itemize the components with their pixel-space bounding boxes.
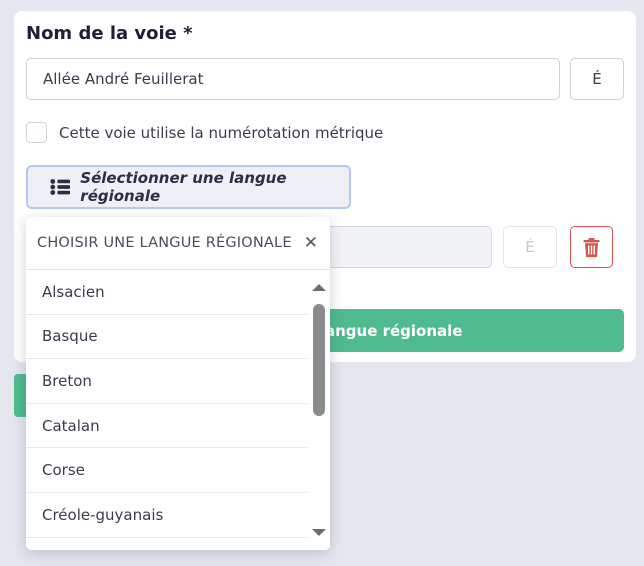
select-regional-language-label: Sélectionner une langue régionale bbox=[80, 169, 287, 205]
scroll-down-arrow-icon[interactable] bbox=[312, 529, 326, 536]
language-option[interactable]: Corse bbox=[26, 448, 307, 493]
close-icon[interactable]: ✕ bbox=[304, 234, 318, 252]
language-option[interactable]: Alsacien bbox=[26, 270, 307, 315]
dropdown-header: CHOISIR UNE LANGUE RÉGIONALE ✕ bbox=[26, 217, 330, 270]
street-name-label: Nom de la voie * bbox=[26, 23, 193, 44]
dropdown-scrollbar[interactable] bbox=[307, 270, 330, 550]
dropdown-title: CHOISIR UNE LANGUE RÉGIONALE bbox=[37, 235, 292, 251]
language-option[interactable]: Basque bbox=[26, 315, 307, 360]
regional-language-dropdown: CHOISIR UNE LANGUE RÉGIONALE ✕ Alsacien B… bbox=[26, 217, 330, 550]
metric-numbering-checkbox[interactable] bbox=[26, 122, 47, 143]
scroll-up-arrow-icon[interactable] bbox=[312, 284, 326, 291]
regional-accent-e-button[interactable]: É bbox=[503, 226, 557, 268]
select-regional-language-button[interactable]: Sélectionner une langue régionale bbox=[26, 165, 351, 209]
metric-numbering-label: Cette voie utilise la numérotation métri… bbox=[59, 124, 384, 142]
scrollbar-thumb[interactable] bbox=[313, 304, 325, 416]
language-option[interactable]: Catalan bbox=[26, 404, 307, 449]
list-icon bbox=[50, 179, 71, 195]
accent-e-button[interactable]: É bbox=[570, 58, 624, 100]
regional-name-input[interactable] bbox=[320, 226, 492, 268]
language-option-list: Alsacien Basque Breton Catalan Corse Créole-g… bbox=[26, 270, 307, 538]
trash-icon bbox=[583, 237, 600, 257]
street-name-input[interactable]: Allée André Feuillerat bbox=[26, 58, 560, 100]
language-option[interactable]: Créole-guyanais bbox=[26, 493, 307, 538]
delete-regional-name-button[interactable] bbox=[570, 226, 613, 268]
language-option[interactable]: Breton bbox=[26, 359, 307, 404]
add-regional-language-button[interactable]: angue régionale bbox=[320, 309, 624, 352]
